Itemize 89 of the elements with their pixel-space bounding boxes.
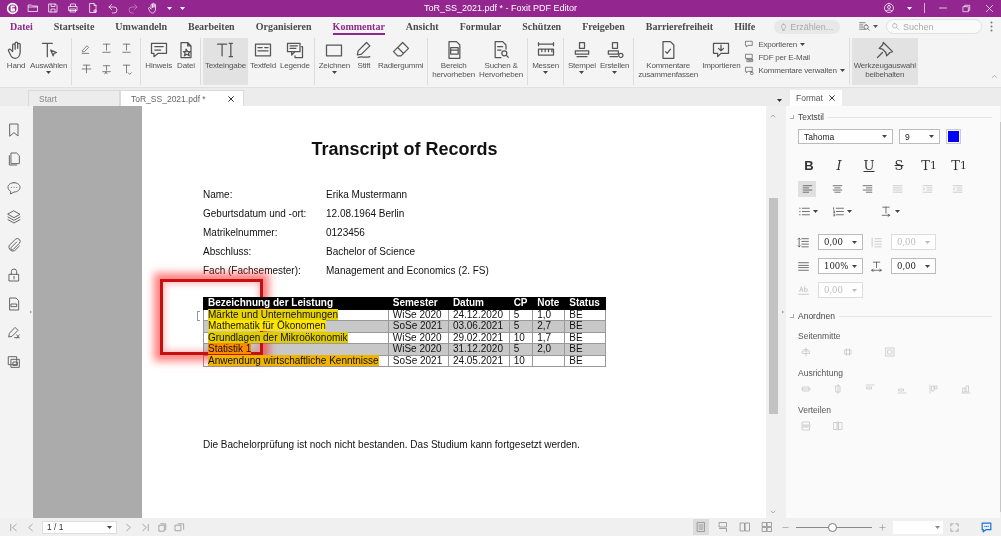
column-header: Bezeichnung der Leistung [208,297,333,309]
ribbon-button[interactable]: Bereich hervorheben [430,37,478,86]
table-cell: 24.05.2021 [448,355,510,367]
menu-tab[interactable]: Freigeben [582,18,625,36]
text-style-button[interactable]: S [888,156,910,175]
text-style-button[interactable]: U [858,156,880,175]
menu-tab[interactable]: Hilfe [734,18,756,36]
table-cell: SoSe 2021 [388,355,449,367]
field-value: Erika Mustermann [326,189,409,202]
document-tab[interactable]: ToR_SS_2021.pdf * [120,90,244,107]
menu-tab[interactable]: Barrierefreiheit [645,18,714,36]
table-cell: BE [564,332,606,344]
menu-tab[interactable]: Datei [10,18,33,36]
field-label: Geburtsdatum und -ort: [203,208,308,221]
ribbon-button[interactable]: Suchen & Hervorheben [477,37,526,86]
column-header: Semester [392,297,438,309]
document-note: Die Bachelorprüfung ist noch nicht bestanden. Das Studium kann fortgesetzt werden. [203,439,581,451]
ribbon-button[interactable]: Textfeld [247,37,278,86]
ribbon-button[interactable]: Kommentare zusammenfassen [636,37,701,86]
field-label: Abschluss: [203,246,253,259]
ribbon-menu-item[interactable]: Kommentare verwalten [742,64,847,76]
document-title: Transcript of Records [310,139,499,161]
field-value: Management and Economics (2. FS) [326,265,490,278]
table-cell: WiSe 2020 [388,332,449,344]
ribbon-button[interactable]: Messen [530,37,561,86]
text-style-button[interactable]: B [798,156,820,175]
field-label: Name: [203,189,234,202]
column-header: Datum [452,297,484,309]
spacing-field[interactable]: 0,00 [818,234,863,251]
table-cell: 10 [509,355,533,367]
table-cell: WiSe 2020 [388,309,449,321]
field-label: Matrikelnummer: [203,227,279,240]
table-cell: BE [564,355,606,367]
table-cell: 1,0 [532,309,565,321]
ribbon-button[interactable]: Zeichnen [316,37,352,86]
ribbon-button[interactable]: Texteingabe [202,37,248,86]
field-value: Bachelor of Science [326,246,416,259]
menu-tab[interactable]: Startseite [53,18,95,36]
group-label: Ausrichtung [798,368,844,379]
ribbon-menu-item[interactable]: FDF per E-Mail [742,51,847,63]
text-style-button[interactable]: I [828,156,850,175]
ribbon-button[interactable]: Hinweis [143,37,174,86]
spacing-field[interactable]: 0,00 [891,258,936,275]
ribbon-button[interactable]: Stift [351,37,376,86]
field-value: 0123456 [326,227,366,240]
tell-me-field[interactable]: Erzählen... [774,19,841,34]
panel-tab[interactable]: Format [790,90,842,107]
table-cell: 5 [509,309,533,321]
table-cell: 29.02.2021 [448,332,510,344]
highlighted-text: Märkte und Unternehmungen [208,308,339,320]
table-cell: 1,7 [532,332,565,344]
ribbon-button[interactable]: Importieren [700,37,743,86]
column-header: Status [569,297,600,309]
ribbon-button[interactable]: Hand [4,37,28,86]
highlighted-text: Anwendung wirtschaftliche Kenntnisse [208,354,379,366]
section-title[interactable]: Textstil [798,112,824,123]
menu-tab[interactable]: Bearbeiten [188,18,235,36]
ribbon-button[interactable]: Legende [277,37,312,86]
menu-tab[interactable]: Umwandeln [115,18,167,36]
ribbon-button[interactable]: Auswählen [28,37,70,86]
highlighted-text: Mathematik für Ökonomen [208,320,326,332]
table-cell: 10 [509,332,533,344]
font-dropdown[interactable]: Tahoma [798,129,893,145]
ribbon-button[interactable]: Radiergummi [375,37,426,86]
window-title: ToR_SS_2021.pdf * - Foxit PDF Editor [422,3,579,14]
ribbon-button[interactable]: Datei [173,37,198,86]
ribbon-button[interactable]: Stempel [565,37,598,86]
menu-tab[interactable]: Ansicht [405,18,439,36]
column-header: CP [513,297,528,309]
menu-tab[interactable]: Schützen [522,18,562,36]
spacing-field[interactable]: 100% [818,258,863,275]
group-label: Verteilen [798,405,833,416]
highlighted-text: Grundlagen der Mikroökonomik [208,331,348,343]
ribbon-menu-item[interactable]: Exportieren [742,38,847,50]
field-label: Fach (Fachsemester): [203,265,302,278]
search-field[interactable]: Suchen [886,19,982,35]
menu-tab[interactable]: Organisieren [255,18,312,36]
group-label: Seitenmitte [798,331,842,342]
menu-tab[interactable]: Formular [459,18,502,36]
menu-tab[interactable]: Kommentar [332,18,385,36]
ribbon-button[interactable]: Werkzeugauswahl beibehalten [851,37,918,86]
column-header: Note [537,297,560,309]
table-cell: BE [564,309,606,321]
field-value: 12.08.1964 Berlin [326,208,406,221]
highlighted-text: Statistik 1 [208,343,252,355]
page-field[interactable]: 1 / 1 [42,520,117,534]
table-cell: 24.12.2020 [448,309,510,321]
ribbon-button[interactable]: Erstellen [597,37,632,86]
font-size-dropdown[interactable]: 9 [899,129,940,145]
